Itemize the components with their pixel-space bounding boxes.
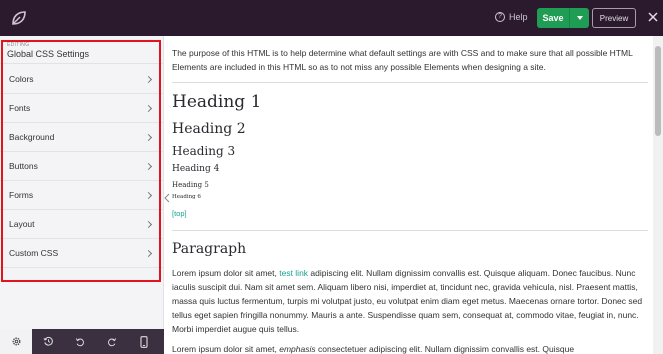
paragraph-text: Lorem ipsum dolor sit amet, test link ad…: [172, 266, 650, 336]
sidebar-item-label: Custom CSS: [9, 248, 59, 258]
mobile-preview-button[interactable]: [128, 329, 160, 354]
editing-tag: EDITING: [7, 42, 30, 48]
sidebar-item-background[interactable]: Background: [0, 123, 163, 152]
redo-icon: [108, 337, 117, 346]
sidebar-header: EDITING Global CSS Settings: [0, 36, 163, 64]
sidebar-item-label: Fonts: [9, 103, 31, 113]
help-label: Help: [509, 12, 528, 22]
seedprod-logo-icon[interactable]: [9, 8, 29, 28]
undo-icon: [75, 337, 84, 346]
scrollbar-thumb[interactable]: [655, 46, 661, 136]
save-label: Save: [542, 13, 564, 23]
emphasis-text: emphasis: [279, 344, 316, 354]
paragraph-heading: Paragraph: [172, 241, 247, 257]
sidebar-title: Global CSS Settings: [7, 49, 90, 59]
mobile-icon: [140, 335, 148, 348]
divider: [172, 82, 648, 83]
help-button[interactable]: ? Help: [495, 12, 528, 22]
paragraph-text-start: Lorem ipsum dolor sit amet,: [172, 268, 280, 278]
sidebar-item-label: Colors: [9, 74, 34, 84]
chevron-right-icon: [144, 249, 153, 257]
intro-text: The purpose of this HTML is to help dete…: [172, 48, 633, 72]
top-bar: ? Help Save Preview: [0, 0, 663, 36]
sidebar-item-colors[interactable]: Colors: [0, 65, 163, 94]
chevron-right-icon: [144, 162, 153, 170]
bottom-toolbar: [0, 329, 164, 354]
chevron-right-icon: [144, 104, 153, 112]
heading-4: Heading 4: [172, 164, 220, 174]
settings-menu: Colors Fonts Background Buttons Forms La…: [0, 65, 163, 268]
sidebar-item-label: Forms: [9, 190, 34, 200]
chevron-right-icon: [144, 75, 153, 83]
sidebar-item-layout[interactable]: Layout: [0, 210, 163, 239]
chevron-right-icon: [144, 133, 153, 141]
chevron-down-icon: [576, 16, 583, 20]
help-icon: ?: [495, 12, 505, 22]
chevron-right-icon: [144, 220, 153, 228]
paragraph-text-end: consectetuer adipiscing elit. Nullam dig…: [315, 344, 575, 354]
sidebar-item-label: Buttons: [9, 161, 38, 171]
sidebar: EDITING Global CSS Settings Colors Fonts…: [0, 36, 164, 329]
divider: [172, 230, 648, 231]
sidebar-item-label: Background: [9, 132, 55, 142]
global-settings-button[interactable]: [0, 329, 32, 354]
redo-button[interactable]: [96, 329, 128, 354]
sidebar-item-label: Layout: [9, 219, 35, 229]
page-preview: The purpose of this HTML is to help dete…: [172, 36, 652, 354]
preview-button[interactable]: Preview: [592, 8, 636, 28]
save-button[interactable]: Save: [537, 8, 589, 28]
scrollbar[interactable]: [653, 36, 663, 354]
undo-button[interactable]: [64, 329, 96, 354]
sidebar-item-buttons[interactable]: Buttons: [0, 152, 163, 181]
close-icon[interactable]: [646, 10, 660, 24]
heading-1: Heading 1: [172, 92, 262, 112]
sidebar-item-fonts[interactable]: Fonts: [0, 94, 163, 123]
heading-5: Heading 5: [172, 181, 209, 189]
heading-6: Heading 6: [172, 194, 201, 200]
revisions-button[interactable]: [32, 329, 64, 354]
heading-3: Heading 3: [172, 144, 236, 158]
sidebar-item-custom-css[interactable]: Custom CSS: [0, 239, 163, 268]
chevron-right-icon: [144, 191, 153, 199]
gear-icon: [12, 337, 20, 346]
heading-2: Heading 2: [172, 121, 246, 137]
save-dropdown-toggle[interactable]: [569, 8, 589, 28]
sidebar-item-forms[interactable]: Forms: [0, 181, 163, 210]
test-link[interactable]: test link: [279, 268, 308, 278]
history-icon: [43, 336, 53, 346]
collapse-sidebar-icon[interactable]: [164, 193, 170, 203]
paragraph-text-start: Lorem ipsum dolor sit amet,: [172, 344, 280, 354]
top-link[interactable]: [top]: [172, 209, 187, 218]
paragraph-text: Lorem ipsum dolor sit amet, emphasis con…: [172, 342, 650, 354]
